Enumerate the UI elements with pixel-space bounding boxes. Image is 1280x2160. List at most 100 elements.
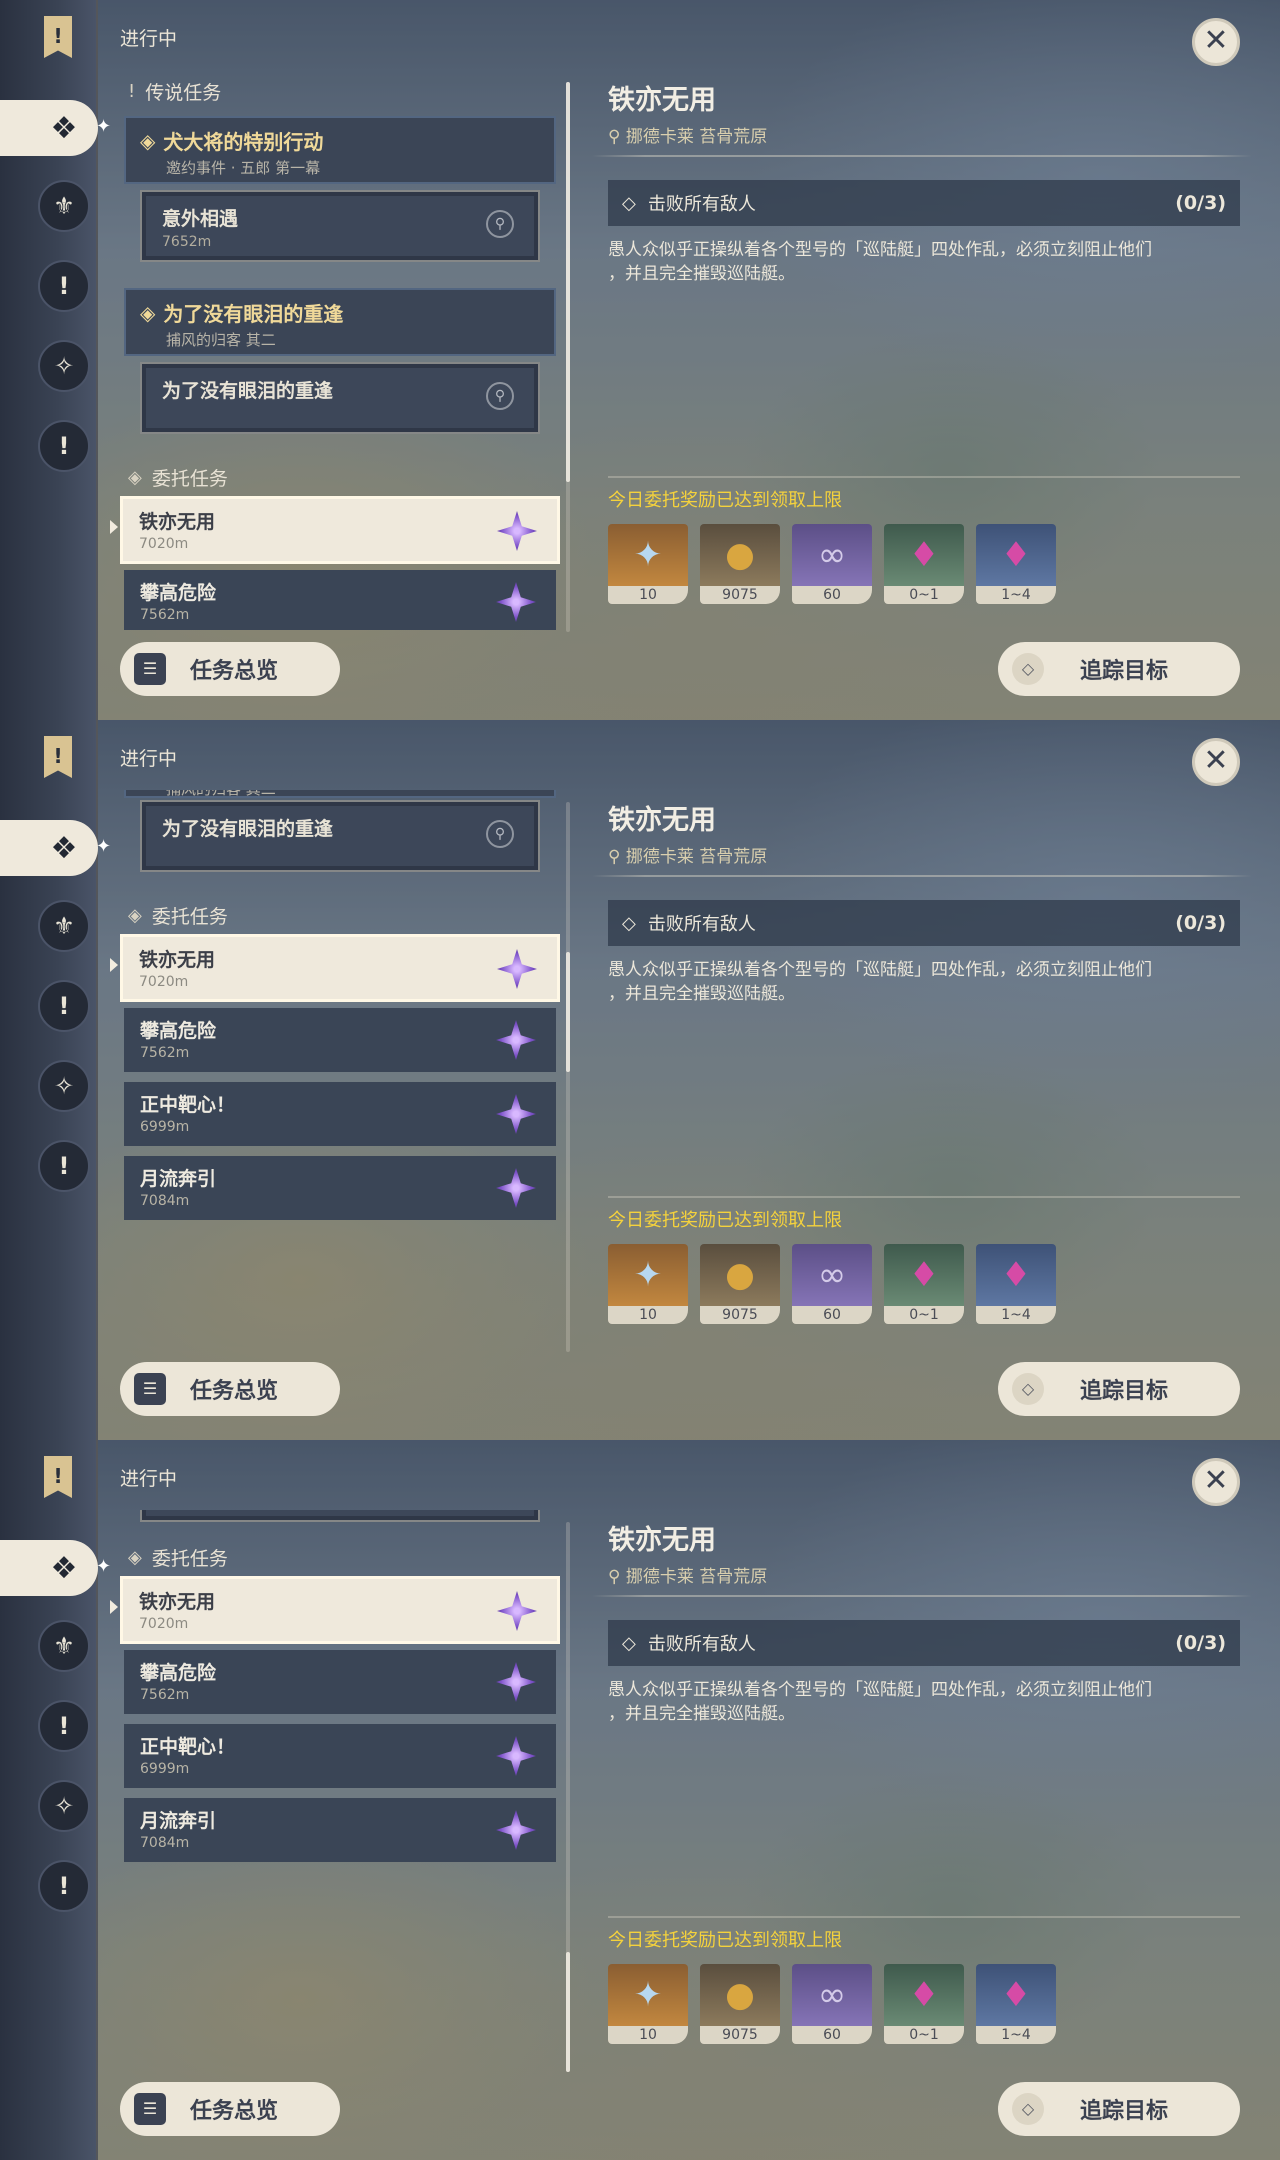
quest-step-card-partial[interactable] [140, 1510, 540, 1522]
commission-item[interactable]: 攀高危险 7562m [124, 570, 556, 630]
objective-diamond-icon: ◇ [622, 1632, 636, 1654]
detail-location: ⚲ 挪德卡莱 苔骨荒原 [608, 122, 767, 147]
reward-count: 60 [792, 2026, 872, 2044]
reward-item[interactable]: ♦ 1~4 [976, 1964, 1056, 2044]
reward-item[interactable]: ♦ 0~1 [884, 524, 964, 604]
commission-distance: 7020m [139, 974, 189, 990]
commission-distance: 7020m [139, 1616, 189, 1632]
reward-item[interactable]: ∞ 60 [792, 1244, 872, 1324]
reward-item[interactable]: ∞ 60 [792, 1964, 872, 2044]
list-scrollbar[interactable] [566, 1522, 570, 2072]
reward-count: 0~1 [884, 1306, 964, 1324]
all-quests-icon[interactable]: ❖ [38, 102, 90, 154]
track-objective-button[interactable]: ◇ 追踪目标 [998, 2082, 1240, 2136]
world-quest-icon[interactable]: ✧ [38, 340, 90, 392]
divider [592, 1595, 1252, 1597]
commission-icon: ◈ [128, 1547, 142, 1568]
divider [592, 875, 1252, 877]
divider [608, 1916, 1240, 1918]
list-scrollbar[interactable] [566, 802, 570, 1352]
commission-item[interactable]: 攀高危险 7562m [124, 1650, 556, 1714]
reward-item[interactable]: ✦ 10 [608, 1964, 688, 2044]
reward-item[interactable]: ♦ 0~1 [884, 1244, 964, 1324]
scroll-thumb[interactable] [566, 952, 570, 1072]
detail-title: 铁亦无用 [608, 85, 716, 116]
quest-book-icon[interactable]: ! [44, 1456, 72, 1498]
scroll-thumb[interactable] [566, 1952, 570, 2072]
commission-icon: ◈ [128, 905, 142, 926]
quest-book-icon[interactable]: ! [44, 736, 72, 778]
quest-overview-button[interactable]: ☰ 任务总览 [120, 642, 340, 696]
quest-list[interactable]: ! 传说任务 ◈ 犬大将的特别行动 邀约事件 · 五郎 第一幕 意外相遇 7652… [98, 70, 578, 630]
reward-item[interactable]: ● 9075 [700, 1964, 780, 2044]
quest-step-card[interactable]: 为了没有眼泪的重逢 ⚲ [140, 362, 540, 434]
reward-item[interactable]: ∞ 60 [792, 524, 872, 604]
world-quest-icon[interactable]: ✧ [38, 1780, 90, 1832]
scroll-thumb[interactable] [566, 82, 570, 482]
reward-count: 60 [792, 586, 872, 604]
divider [608, 1196, 1240, 1198]
archon-quest-icon[interactable]: ⚜ [38, 1620, 90, 1672]
crystal-cluster-icon: ♦ [976, 1244, 1056, 1306]
commission-item-selected[interactable]: 铁亦无用 7020m [120, 1576, 560, 1644]
legend-quest-card[interactable]: ◈ 为了没有眼泪的重逢 捕风的归客 其二 [124, 288, 556, 356]
archon-quest-icon[interactable]: ⚜ [38, 180, 90, 232]
reward-item[interactable]: ♦ 1~4 [976, 1244, 1056, 1324]
quest-book-icon[interactable]: ! [44, 16, 72, 58]
quest-overview-button[interactable]: ☰ 任务总览 [120, 1362, 340, 1416]
legend-quest-card-partial[interactable]: 捕风的归客 其二 [124, 790, 556, 798]
location-pin-icon[interactable]: ⚲ [486, 382, 514, 410]
archon-quest-icon[interactable]: ⚜ [38, 900, 90, 952]
commission-section-label: 委托任务 [151, 1548, 228, 1570]
quest-list[interactable]: ◈ 委托任务 铁亦无用 7020m 攀高危险 7562m 正中靶心！ 6999m… [98, 1510, 578, 2070]
story-quest-icon[interactable]: ! [38, 980, 90, 1032]
legend-section-label: 传说任务 [145, 82, 222, 104]
commission-item[interactable]: 正中靶心！ 6999m [124, 1082, 556, 1146]
world-quest-icon[interactable]: ✧ [38, 1060, 90, 1112]
location-pin-icon[interactable]: ⚲ [486, 210, 514, 238]
detail-description: 愚人众似乎正操纵着各个型号的「巡陆艇」四处作乱，必须立刻阻止他们 ，并且完全摧毁… [608, 238, 1248, 286]
track-objective-button[interactable]: ◇ 追踪目标 [998, 642, 1240, 696]
quest-step-card[interactable]: 为了没有眼泪的重逢 ⚲ [140, 800, 540, 872]
quest-step-card[interactable]: 意外相遇 7652m ⚲ [140, 190, 540, 262]
quest-list[interactable]: 捕风的归客 其二 为了没有眼泪的重逢 ⚲ ◈ 委托任务 铁亦无用 7020m 攀… [98, 790, 578, 1350]
commission-item[interactable]: 正中靶心！ 6999m [124, 1724, 556, 1788]
close-button[interactable]: ✕ [1192, 1458, 1240, 1506]
commission-item[interactable]: 月流奔引 7084m [124, 1156, 556, 1220]
story-quest-icon[interactable]: ! [38, 1700, 90, 1752]
story-quest-icon[interactable]: ! [38, 260, 90, 312]
reward-item[interactable]: ● 9075 [700, 1244, 780, 1324]
track-objective-button[interactable]: ◇ 追踪目标 [998, 1362, 1240, 1416]
reward-item[interactable]: ♦ 1~4 [976, 524, 1056, 604]
commission-item[interactable]: 攀高危险 7562m [124, 1008, 556, 1072]
status-label: 进行中 [120, 28, 178, 50]
close-button[interactable]: ✕ [1192, 18, 1240, 66]
commission-item-selected[interactable]: 铁亦无用 7020m [120, 934, 560, 1002]
mora-icon: ● [700, 524, 780, 586]
companionship-exp-icon: ∞ [792, 524, 872, 586]
all-quests-icon[interactable]: ❖ [38, 1542, 90, 1594]
reward-item[interactable]: ● 9075 [700, 524, 780, 604]
commission-item-selected[interactable]: 铁亦无用 7020m [120, 496, 560, 564]
commission-name: 正中靶心！ [140, 1736, 236, 1758]
quest-overview-button[interactable]: ☰ 任务总览 [120, 2082, 340, 2136]
all-quests-icon[interactable]: ❖ [38, 822, 90, 874]
close-button[interactable]: ✕ [1192, 738, 1240, 786]
list-scrollbar[interactable] [566, 82, 570, 632]
commission-item[interactable]: 月流奔引 7084m [124, 1798, 556, 1862]
legend-quest-card[interactable]: ◈ 犬大将的特别行动 邀约事件 · 五郎 第一幕 [124, 116, 556, 184]
event-quest-icon[interactable]: ! [38, 1860, 90, 1912]
reward-item[interactable]: ✦ 10 [608, 1244, 688, 1324]
location-pin-icon[interactable]: ⚲ [486, 820, 514, 848]
event-quest-icon[interactable]: ! [38, 1140, 90, 1192]
reward-item[interactable]: ♦ 0~1 [884, 1964, 964, 2044]
detail-location: ⚲ 挪德卡莱 苔骨荒原 [608, 1562, 767, 1587]
category-rail: ! ❖ ⚜ ! ✧ ! [0, 1440, 98, 2160]
reward-count: 1~4 [976, 2026, 1056, 2044]
event-quest-icon[interactable]: ! [38, 420, 90, 472]
commission-distance: 7084m [140, 1193, 190, 1209]
commission-distance: 7562m [140, 607, 190, 623]
objective-progress: (0/3) [1175, 912, 1226, 934]
reward-item[interactable]: ✦ 10 [608, 524, 688, 604]
location-text: 挪德卡莱 苔骨荒原 [625, 847, 768, 867]
